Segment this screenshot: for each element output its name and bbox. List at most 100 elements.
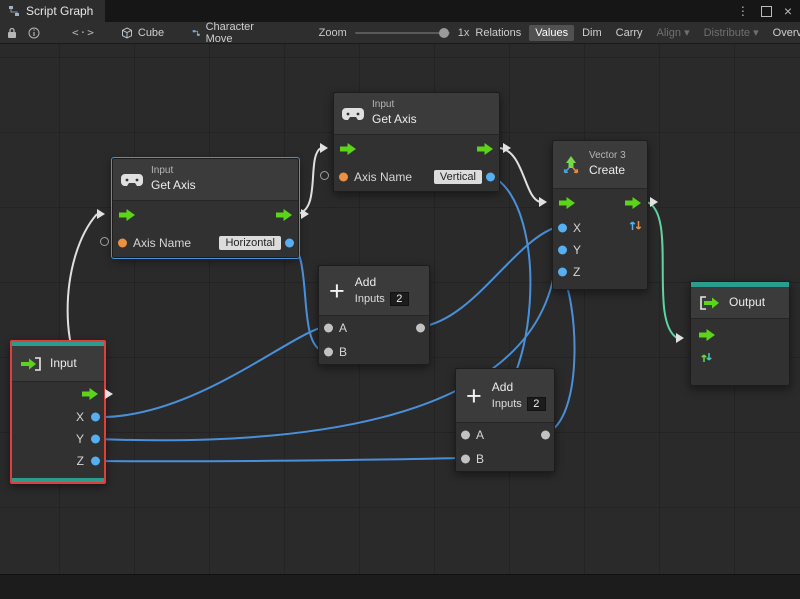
zoom-value: 1x (458, 27, 470, 39)
axis-name-label: Axis Name (133, 236, 191, 250)
flow-row (553, 189, 647, 217)
port-x-label: X (573, 221, 581, 235)
chevron-down-icon: ▾ (753, 27, 759, 39)
port-y-label: Y (573, 243, 581, 257)
vector-input-port-icon[interactable] (700, 351, 713, 364)
node-title: Add (492, 380, 546, 396)
add-icon: + (466, 384, 482, 408)
flow-input-port[interactable] (699, 329, 715, 341)
sum-output-port[interactable] (416, 324, 425, 333)
port-row-x: X (553, 217, 647, 239)
port-row-a: A (319, 316, 429, 340)
distribute-dropdown[interactable]: Distribute ▾ (698, 24, 765, 41)
cube-icon (121, 27, 133, 39)
dim-toggle[interactable]: Dim (576, 25, 608, 41)
node-title: Get Axis (372, 112, 417, 128)
port-row-z: Z (553, 261, 647, 283)
axis-name-input-port[interactable] (339, 173, 348, 182)
port-x-input[interactable] (558, 224, 567, 233)
flow-input-port[interactable] (559, 197, 575, 209)
flow-output-port[interactable] (625, 197, 641, 209)
inputs-label: Inputs (355, 293, 385, 305)
flow-input-port[interactable] (119, 209, 135, 221)
window-menu-icon[interactable]: ⋮ (737, 4, 749, 18)
tab-script-graph[interactable]: Script Graph (0, 0, 105, 22)
port-y-output[interactable] (91, 435, 100, 444)
node-header[interactable]: Input Get Axis (334, 93, 499, 135)
flow-output-port[interactable] (276, 209, 292, 221)
node-title: Input (50, 356, 77, 372)
flow-arrowhead (503, 143, 511, 153)
node-get-axis-vertical[interactable]: Input Get Axis Axis Name Vertical (333, 92, 500, 192)
axis-name-input-port[interactable] (118, 239, 127, 248)
status-bar (0, 574, 800, 599)
port-y-label: Y (76, 432, 84, 446)
node-header[interactable]: Input Get Axis (113, 159, 298, 201)
zoom-label: Zoom (319, 27, 347, 39)
graph-asset-icon (192, 27, 200, 39)
port-a-input[interactable] (461, 431, 470, 440)
node-header[interactable]: + Add Inputs 2 (456, 369, 554, 423)
flow-arrowhead (650, 197, 658, 207)
align-dropdown[interactable]: Align ▾ (651, 24, 696, 41)
output-event-icon (699, 296, 721, 310)
flow-row (334, 135, 499, 163)
node-add-upper[interactable]: + Add Inputs 2 A B (318, 265, 430, 365)
node-category: Input (151, 165, 196, 178)
axis-name-value-field[interactable]: Vertical (434, 170, 482, 184)
flow-input-port[interactable] (340, 143, 356, 155)
node-header[interactable]: Output (691, 287, 789, 319)
axis-name-value-field[interactable]: Horizontal (219, 236, 281, 250)
port-x-output[interactable] (91, 413, 100, 422)
node-add-lower[interactable]: + Add Inputs 2 A B (455, 368, 555, 472)
axis-value-output-port[interactable] (486, 173, 495, 182)
sum-output-port[interactable] (541, 431, 550, 440)
node-vector3-create[interactable]: Vector 3 Create X Y Z (552, 140, 648, 290)
node-header[interactable]: Input (12, 346, 104, 382)
port-b-input[interactable] (461, 455, 470, 464)
port-y-input[interactable] (558, 246, 567, 255)
inputs-label: Inputs (492, 398, 522, 410)
zoom-to-fit-icon[interactable]: <·> (72, 26, 95, 39)
port-row-z: Z (12, 450, 104, 472)
axis-name-label: Axis Name (354, 170, 412, 184)
breadcrumb-object-label: Cube (138, 27, 164, 39)
port-z-output[interactable] (91, 457, 100, 466)
flow-output-port[interactable] (477, 143, 493, 155)
node-get-axis-horizontal[interactable]: Input Get Axis Axis Name Horizontal (112, 158, 299, 258)
port-z-input[interactable] (558, 268, 567, 277)
unconnected-port-ring (320, 171, 329, 180)
port-row-y: Y (553, 239, 647, 261)
info-icon[interactable] (28, 27, 40, 39)
port-a-input[interactable] (324, 324, 333, 333)
node-header[interactable]: + Add Inputs 2 (319, 266, 429, 316)
zoom-slider-knob[interactable] (439, 28, 449, 38)
script-graph-icon (8, 5, 20, 17)
axis-value-output-port[interactable] (285, 239, 294, 248)
flow-arrowhead (539, 197, 547, 207)
port-b-input[interactable] (324, 348, 333, 357)
node-header[interactable]: Vector 3 Create (553, 141, 647, 189)
lock-icon[interactable] (6, 27, 18, 39)
port-a-label: A (339, 321, 347, 335)
tab-title: Script Graph (26, 4, 93, 18)
unconnected-port-ring (100, 237, 109, 246)
relations-toggle[interactable]: Relations (469, 25, 527, 41)
breadcrumb-graph-label: Character Move (206, 21, 261, 45)
breadcrumb-object[interactable]: Cube (121, 27, 164, 39)
overview-button[interactable]: Overv (767, 25, 800, 41)
inputs-count-field[interactable]: 2 (390, 292, 409, 306)
inputs-count-field[interactable]: 2 (527, 397, 546, 411)
maximize-icon[interactable] (761, 6, 772, 17)
values-toggle[interactable]: Values (529, 25, 574, 41)
breadcrumb-graph[interactable]: Character Move (192, 21, 260, 45)
port-row-b: B (319, 340, 429, 364)
zoom-slider[interactable] (355, 32, 450, 34)
node-output-event[interactable]: Output (690, 281, 790, 386)
gamepad-icon (342, 107, 364, 121)
flow-output-port[interactable] (82, 388, 98, 400)
carry-toggle[interactable]: Carry (610, 25, 649, 41)
node-title: Add (355, 275, 409, 291)
node-input-event[interactable]: Input X Y Z (10, 340, 106, 484)
close-icon[interactable]: × (784, 4, 792, 18)
